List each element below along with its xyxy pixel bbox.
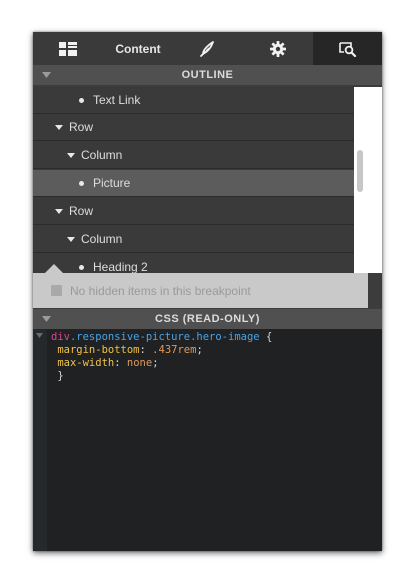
bullet-icon	[79, 97, 84, 103]
tab-content[interactable]: Content	[103, 32, 173, 65]
outline-tree: Text Link Row Column Picture Row Column …	[33, 87, 354, 273]
tree-item-label: Heading 2	[93, 260, 148, 273]
brush-icon	[200, 40, 214, 57]
editor-gutter	[33, 329, 47, 551]
css-open-brace: {	[259, 331, 273, 343]
css-value: .437rem	[152, 344, 197, 356]
panel-toolbar: Content	[33, 32, 382, 65]
tree-item-label: Row	[69, 204, 94, 218]
fold-arrow-icon[interactable]	[36, 333, 43, 338]
caret-down-icon	[67, 236, 75, 242]
css-selector-line: div.responsive-picture.hero-image {	[51, 331, 272, 344]
css-editor[interactable]: div.responsive-picture.hero-image { marg…	[33, 329, 382, 551]
bullet-icon	[79, 264, 84, 270]
caret-down-icon	[67, 152, 75, 158]
inspector-panel: Content OUTLINE Text Link Row Column Pic…	[33, 32, 382, 551]
tree-item-label: Text Link	[93, 93, 141, 107]
settings-button[interactable]	[243, 32, 313, 65]
caret-down-icon	[42, 72, 51, 78]
caret-down-icon	[55, 124, 63, 130]
layout-grid-icon	[59, 41, 77, 56]
css-selector-class: .responsive-picture.hero-image	[69, 331, 260, 343]
styles-button[interactable]	[173, 32, 243, 65]
tree-item-column[interactable]: Column	[33, 142, 354, 169]
tree-item-picture[interactable]: Picture	[33, 170, 354, 197]
hidden-items-pointer	[45, 264, 63, 273]
css-close-brace: }	[57, 370, 64, 382]
css-value: none	[126, 357, 153, 369]
css-rule-line: max-width: none;	[57, 357, 159, 369]
tree-item-label: Column	[81, 148, 123, 162]
inspect-button[interactable]	[313, 32, 382, 65]
hidden-items-checkbox[interactable]	[51, 285, 62, 296]
bullet-icon	[79, 180, 84, 186]
outline-header[interactable]: OUTLINE	[33, 65, 382, 85]
css-property: max-width	[57, 357, 115, 369]
tree-item-column[interactable]: Column	[33, 226, 354, 253]
tree-item-label: Row	[69, 120, 94, 134]
tree-item-label: Picture	[93, 176, 131, 190]
tree-item-label: Column	[81, 232, 123, 246]
css-header-label: CSS (READ-ONLY)	[155, 313, 260, 325]
caret-down-icon	[42, 316, 51, 322]
css-code: div.responsive-picture.hero-image { marg…	[51, 331, 272, 383]
hidden-items-label: No hidden items in this breakpoint	[70, 283, 251, 298]
tab-content-label: Content	[115, 41, 161, 56]
hidden-items-bar: No hidden items in this breakpoint	[33, 273, 368, 308]
tree-item-text-link[interactable]: Text Link	[33, 87, 354, 114]
css-close-line: }	[51, 370, 272, 383]
outline-scrollbar-thumb[interactable]	[357, 150, 363, 192]
outline-header-label: OUTLINE	[181, 69, 234, 81]
gear-icon	[270, 40, 286, 57]
tree-item-row[interactable]: Row	[33, 198, 354, 225]
css-rule-line: margin-bottom: .437rem;	[57, 344, 203, 356]
css-property: margin-bottom	[57, 344, 140, 356]
hidden-bar-edge	[368, 273, 382, 308]
layout-button[interactable]	[33, 32, 103, 65]
caret-down-icon	[55, 208, 63, 214]
inspect-icon	[338, 41, 356, 57]
css-selector-tag: div	[51, 331, 70, 343]
tree-item-row[interactable]: Row	[33, 114, 354, 141]
tree-item-heading-2[interactable]: Heading 2	[33, 254, 354, 273]
css-header[interactable]: CSS (READ-ONLY)	[33, 309, 382, 329]
